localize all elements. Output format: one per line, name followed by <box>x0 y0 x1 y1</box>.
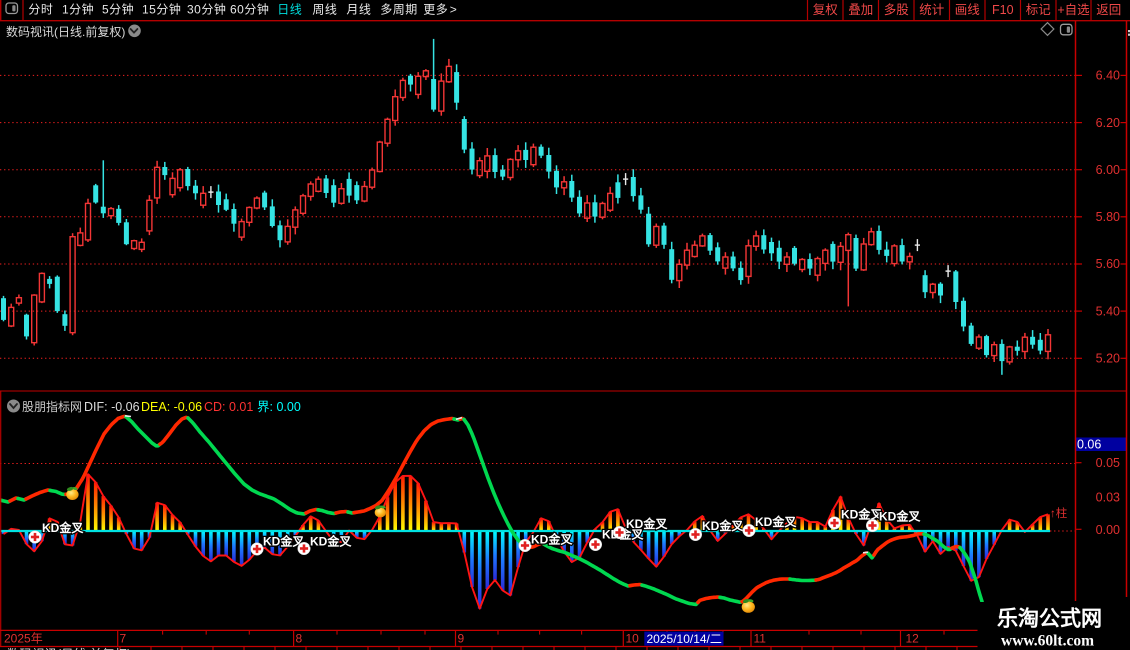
svg-text:1分钟: 1分钟 <box>62 2 94 17</box>
svg-text:KD金叉: KD金叉 <box>755 514 797 529</box>
svg-text:更多: 更多 <box>423 3 448 17</box>
svg-text:6.20: 6.20 <box>1096 116 1120 130</box>
svg-text:30分钟: 30分钟 <box>187 2 226 17</box>
svg-text:统计: 统计 <box>919 3 944 17</box>
svg-text:60分钟: 60分钟 <box>230 2 269 17</box>
svg-text:乐淘公式网: 乐淘公式网 <box>997 607 1102 631</box>
svg-text:KD金叉: KD金叉 <box>42 520 84 535</box>
svg-text:DEA: -0.06: DEA: -0.06 <box>141 400 202 414</box>
svg-text:2025/10/14/二: 2025/10/14/二 <box>647 632 722 646</box>
svg-text:叠加: 叠加 <box>848 3 873 17</box>
svg-text:12: 12 <box>906 632 920 646</box>
svg-text:0.05: 0.05 <box>1096 456 1120 470</box>
svg-text:11: 11 <box>754 632 767 646</box>
svg-text:多股: 多股 <box>884 3 910 17</box>
svg-text:DIF: -0.06: DIF: -0.06 <box>84 400 140 414</box>
svg-text:5.60: 5.60 <box>1096 257 1120 271</box>
svg-text:KD金叉: KD金叉 <box>531 532 573 547</box>
svg-text:多周期: 多周期 <box>380 3 418 17</box>
svg-text:5.80: 5.80 <box>1096 210 1120 224</box>
svg-text:KD金叉: KD金叉 <box>879 509 921 524</box>
svg-text:↑柱: ↑柱 <box>1050 506 1068 520</box>
svg-text:2025年: 2025年 <box>4 632 43 646</box>
svg-text:月线: 月线 <box>346 3 371 17</box>
svg-text:画线: 画线 <box>955 3 981 17</box>
svg-text:5.40: 5.40 <box>1096 304 1120 318</box>
svg-text:标记: 标记 <box>1026 3 1052 17</box>
svg-text:0.00: 0.00 <box>1096 523 1120 537</box>
svg-text:0.06: 0.06 <box>1077 438 1101 452</box>
svg-text:www.60lt.com: www.60lt.com <box>1001 633 1094 650</box>
svg-text:界: 0.00: 界: 0.00 <box>257 400 301 414</box>
svg-text:股朋指标网: 股朋指标网 <box>22 399 82 414</box>
svg-text:F10: F10 <box>992 3 1014 17</box>
svg-text:返回: 返回 <box>1096 3 1121 17</box>
svg-text:0.03: 0.03 <box>1096 491 1120 505</box>
svg-text:复权: 复权 <box>813 2 839 17</box>
svg-text:KD金叉: KD金叉 <box>702 518 744 533</box>
svg-text:KD金叉: KD金叉 <box>626 516 668 531</box>
svg-text:6.00: 6.00 <box>1096 163 1120 177</box>
svg-text:CD: 0.01: CD: 0.01 <box>204 400 253 414</box>
svg-text:日线: 日线 <box>277 3 302 17</box>
svg-text:6.40: 6.40 <box>1096 69 1120 83</box>
svg-text:5.20: 5.20 <box>1096 352 1120 366</box>
svg-text:9: 9 <box>458 632 465 646</box>
svg-text:分时: 分时 <box>28 3 53 17</box>
svg-text:5分钟: 5分钟 <box>102 2 134 17</box>
svg-text:+自选: +自选 <box>1057 3 1090 17</box>
svg-text:数码视讯(日线.前复权): 数码视讯(日线.前复权) <box>6 24 125 39</box>
svg-text:15分钟: 15分钟 <box>142 2 181 17</box>
svg-text:KD金叉: KD金叉 <box>841 507 883 522</box>
svg-text:7: 7 <box>120 632 127 646</box>
svg-text:KD金叉: KD金叉 <box>310 534 352 549</box>
svg-text:周线: 周线 <box>312 3 337 17</box>
svg-text:>: > <box>450 3 458 17</box>
svg-text:8: 8 <box>296 632 303 646</box>
svg-text:10: 10 <box>626 632 640 646</box>
